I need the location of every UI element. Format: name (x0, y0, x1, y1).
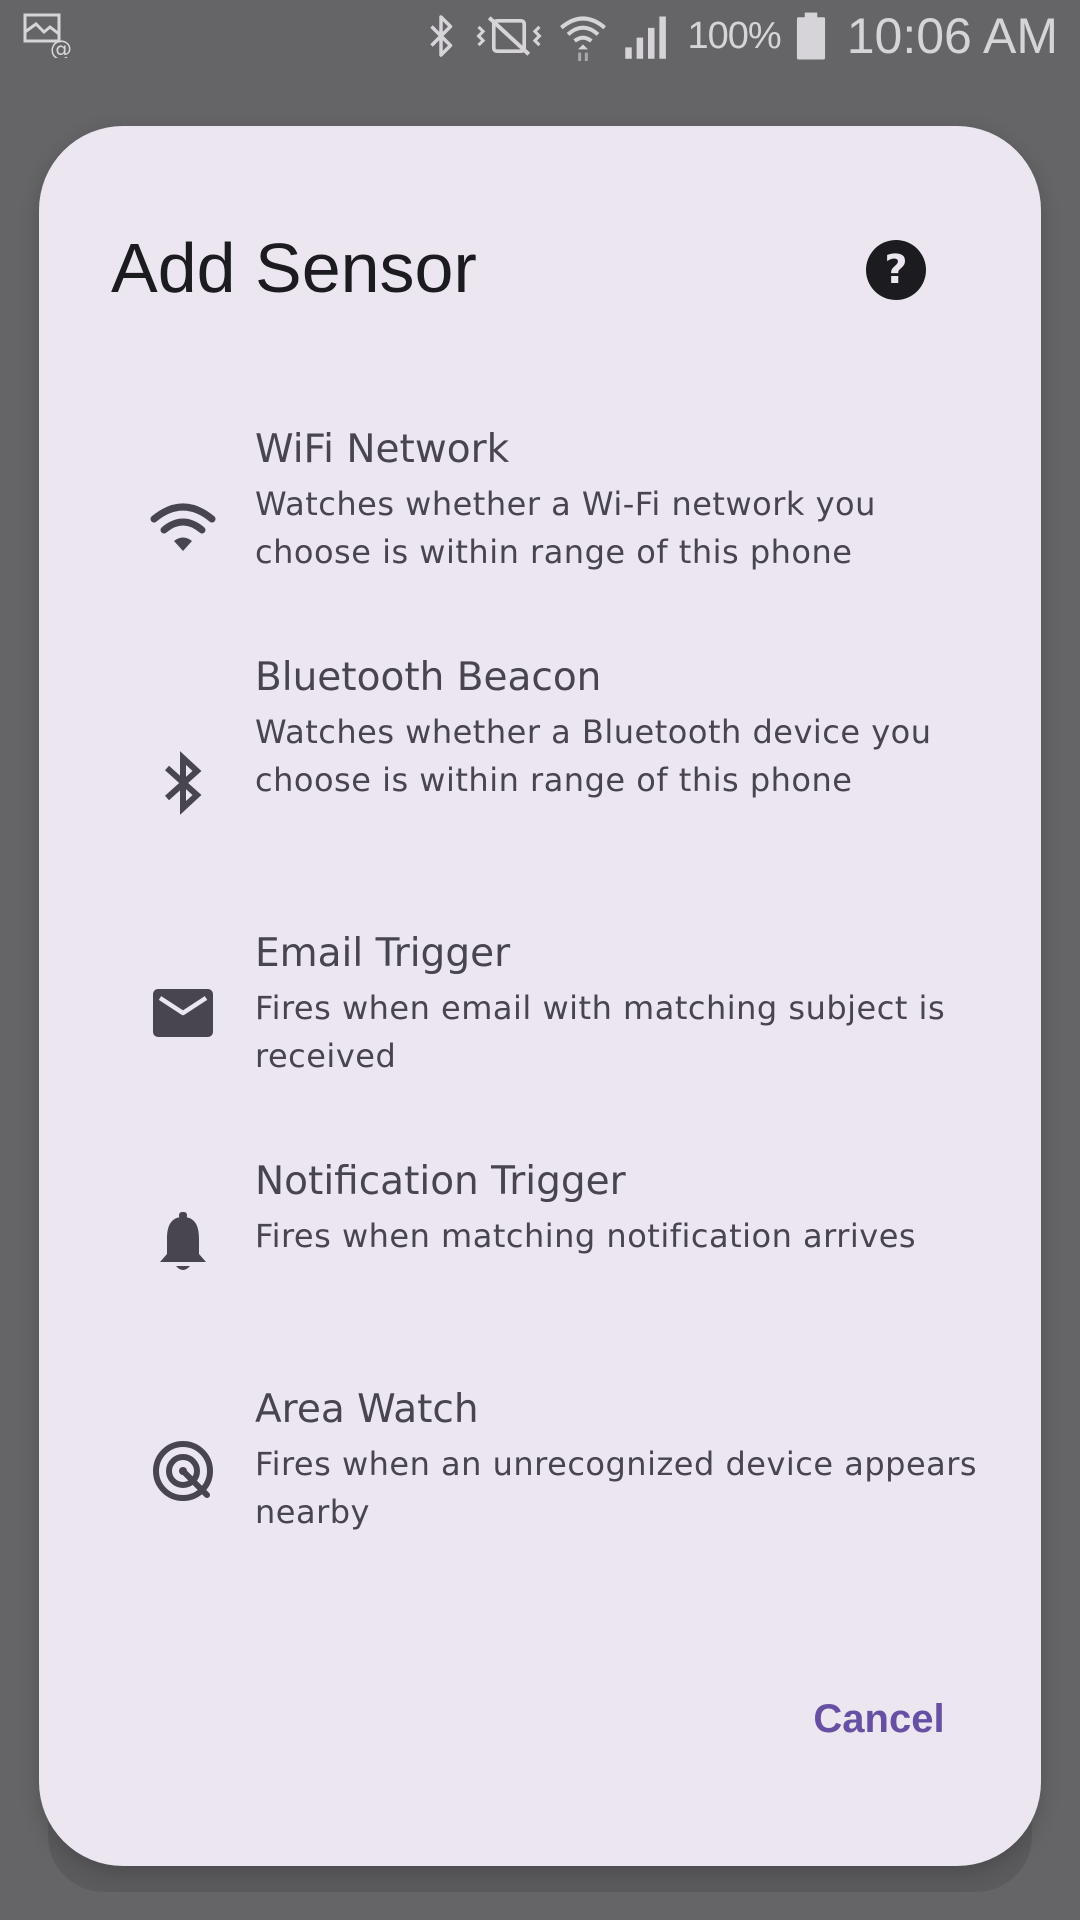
screen-mirroring-icon: @ (22, 12, 76, 62)
screen: @ 100% 10:06 AM Add Sensor ? WiFi Networ… (0, 0, 1080, 1920)
sensor-description: Watches whether a Wi-Fi network you choo… (255, 485, 876, 571)
sensor-title: Email Trigger (255, 931, 511, 976)
sensor-description: Fires when an unrecognized device appear… (255, 1445, 978, 1531)
wifi-icon (558, 9, 608, 63)
svg-text:@: @ (50, 37, 72, 58)
cellular-signal-icon (622, 11, 674, 61)
sensor-title: Area Watch (255, 1387, 479, 1432)
dialog-title: Add Sensor (111, 229, 477, 307)
clock: 10:06 AM (846, 8, 1058, 64)
sensor-option-email[interactable]: Email Trigger Fires when email with matc… (39, 930, 1041, 1120)
cancel-button[interactable]: Cancel (789, 1686, 969, 1752)
sensor-description: Watches whether a Bluetooth device you c… (255, 713, 932, 799)
sensor-option-wifi[interactable]: WiFi Network Watches whether a Wi-Fi net… (39, 426, 1041, 626)
sensor-title: Notification Trigger (255, 1159, 626, 1204)
sensor-title: WiFi Network (255, 427, 510, 472)
radar-target-icon (148, 1436, 218, 1506)
help-icon: ? (884, 247, 908, 293)
status-icons: 100% 10:06 AM (422, 0, 1058, 72)
sensor-option-area-watch[interactable]: Area Watch Fires when an unrecognized de… (39, 1386, 1041, 1576)
add-sensor-dialog: Add Sensor ? WiFi Network Watches whethe… (39, 126, 1041, 1866)
battery-percent: 100% (687, 15, 782, 57)
sensor-title: Bluetooth Beacon (255, 655, 602, 700)
wifi-icon (148, 492, 218, 562)
sensor-description: Fires when email with matching subject i… (255, 989, 946, 1075)
bluetooth-icon (422, 12, 460, 60)
sensor-option-bluetooth[interactable]: Bluetooth Beacon Watches whether a Bluet… (39, 654, 1041, 884)
vibrate-mute-icon (474, 12, 544, 60)
email-icon (148, 978, 218, 1048)
battery-icon (795, 11, 827, 61)
status-bar: @ 100% 10:06 AM (0, 0, 1080, 72)
sensor-description: Fires when matching notification arrives (255, 1217, 917, 1255)
sensor-option-notification[interactable]: Notification Trigger Fires when matching… (39, 1158, 1041, 1348)
help-button[interactable]: ? (866, 240, 926, 300)
bluetooth-icon (148, 748, 218, 818)
bell-icon (148, 1208, 218, 1278)
